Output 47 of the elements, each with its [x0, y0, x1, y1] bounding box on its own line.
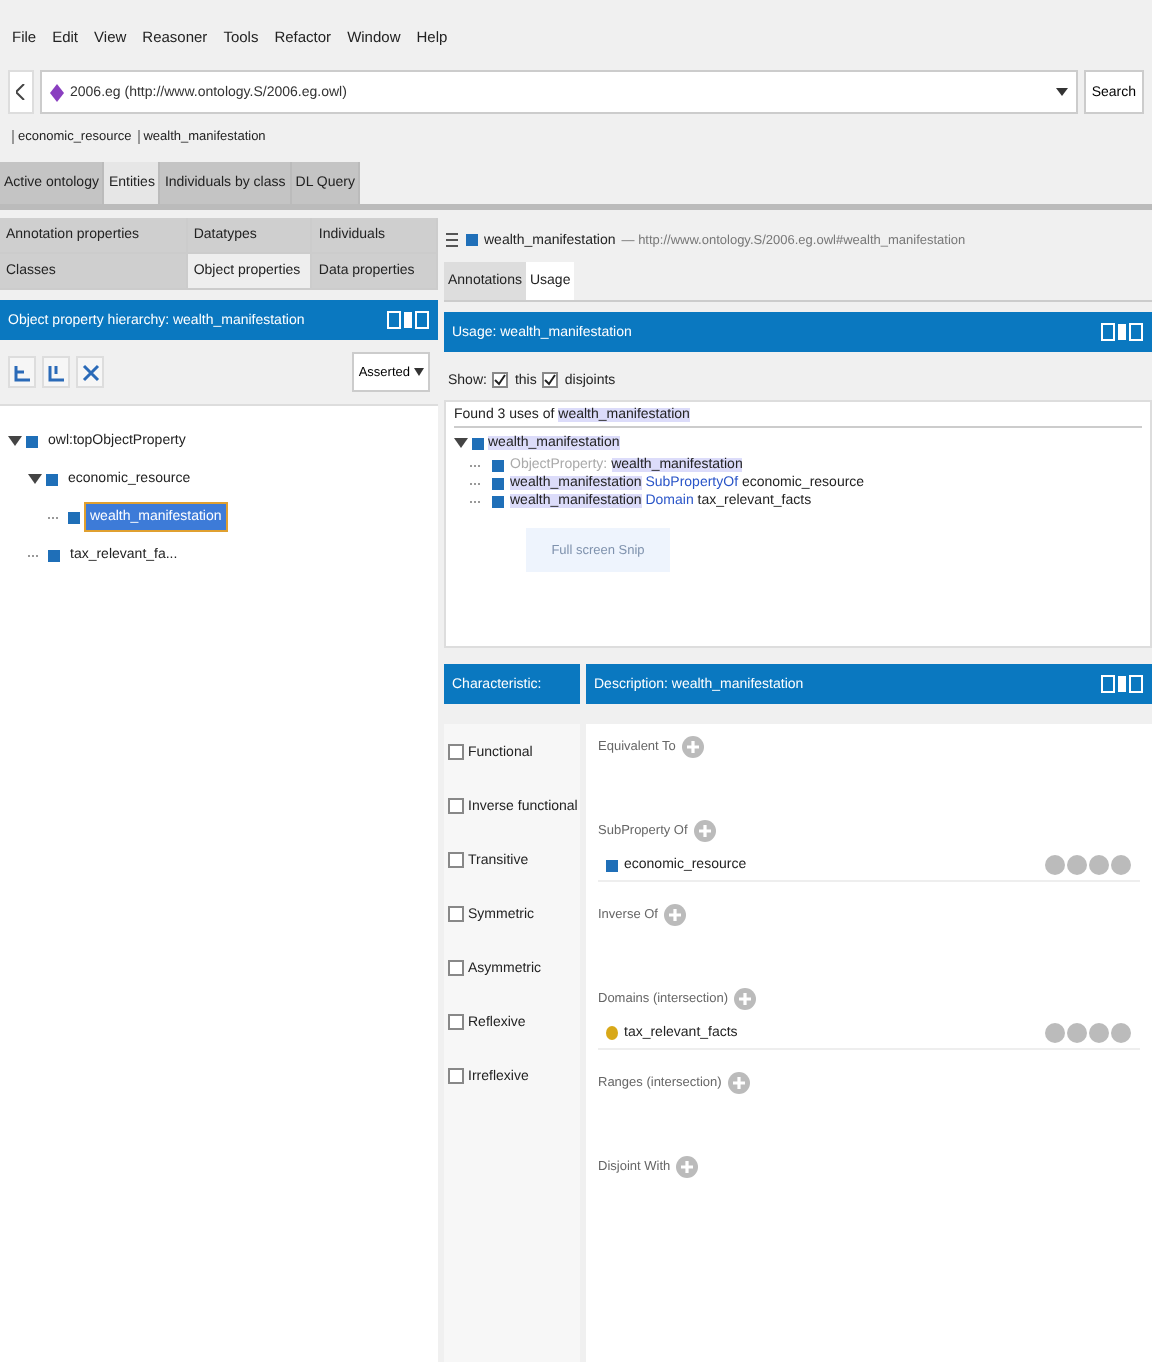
sibling-property-icon	[47, 363, 65, 381]
property-icon	[46, 473, 58, 485]
class-icon	[606, 1026, 618, 1040]
checkbox[interactable]	[448, 906, 464, 922]
property-icon	[466, 234, 478, 246]
view-controls-icon[interactable]	[1100, 674, 1144, 694]
add-sibling-button[interactable]	[42, 356, 70, 388]
property-icon	[48, 549, 60, 561]
action-icons[interactable]	[1044, 1022, 1132, 1044]
delete-icon	[81, 363, 99, 381]
checkbox[interactable]	[492, 372, 509, 388]
view-controls-icon[interactable]	[1100, 322, 1144, 342]
add-icon[interactable]	[727, 1072, 750, 1094]
dropdown-icon[interactable]	[1055, 86, 1068, 98]
tree-line-icon	[470, 499, 486, 503]
back-button[interactable]	[8, 70, 34, 114]
tree-line-icon	[470, 463, 486, 467]
property-icon	[26, 435, 38, 447]
checkbox[interactable]	[448, 744, 464, 760]
dropdown-icon	[414, 368, 424, 376]
checkbox[interactable]	[542, 372, 559, 388]
add-sub-property-button[interactable]	[8, 356, 36, 388]
view-controls-icon[interactable]	[386, 310, 430, 330]
checkbox[interactable]	[448, 1068, 464, 1084]
tree-line-icon	[470, 481, 486, 485]
add-icon[interactable]	[693, 820, 716, 842]
tree-line-icon	[28, 553, 44, 557]
delete-button[interactable]	[76, 356, 104, 388]
tree-line-icon	[48, 515, 64, 519]
property-icon	[68, 511, 80, 523]
add-icon[interactable]	[734, 988, 757, 1010]
add-icon[interactable]	[681, 736, 704, 758]
expanded-icon[interactable]	[454, 436, 468, 450]
expanded-icon[interactable]	[8, 434, 22, 448]
expanded-icon[interactable]	[28, 472, 42, 486]
action-icons[interactable]	[1044, 854, 1132, 876]
checkbox[interactable]	[448, 852, 464, 868]
checkbox[interactable]	[448, 798, 464, 814]
add-icon[interactable]	[663, 904, 686, 926]
menu-icon[interactable]	[444, 228, 460, 252]
back-icon	[16, 84, 26, 100]
checkbox[interactable]	[448, 960, 464, 976]
sub-property-icon	[13, 363, 31, 381]
ontology-icon	[50, 83, 64, 101]
property-icon	[606, 859, 618, 871]
add-icon[interactable]	[676, 1156, 699, 1178]
checkbox[interactable]	[448, 1014, 464, 1030]
